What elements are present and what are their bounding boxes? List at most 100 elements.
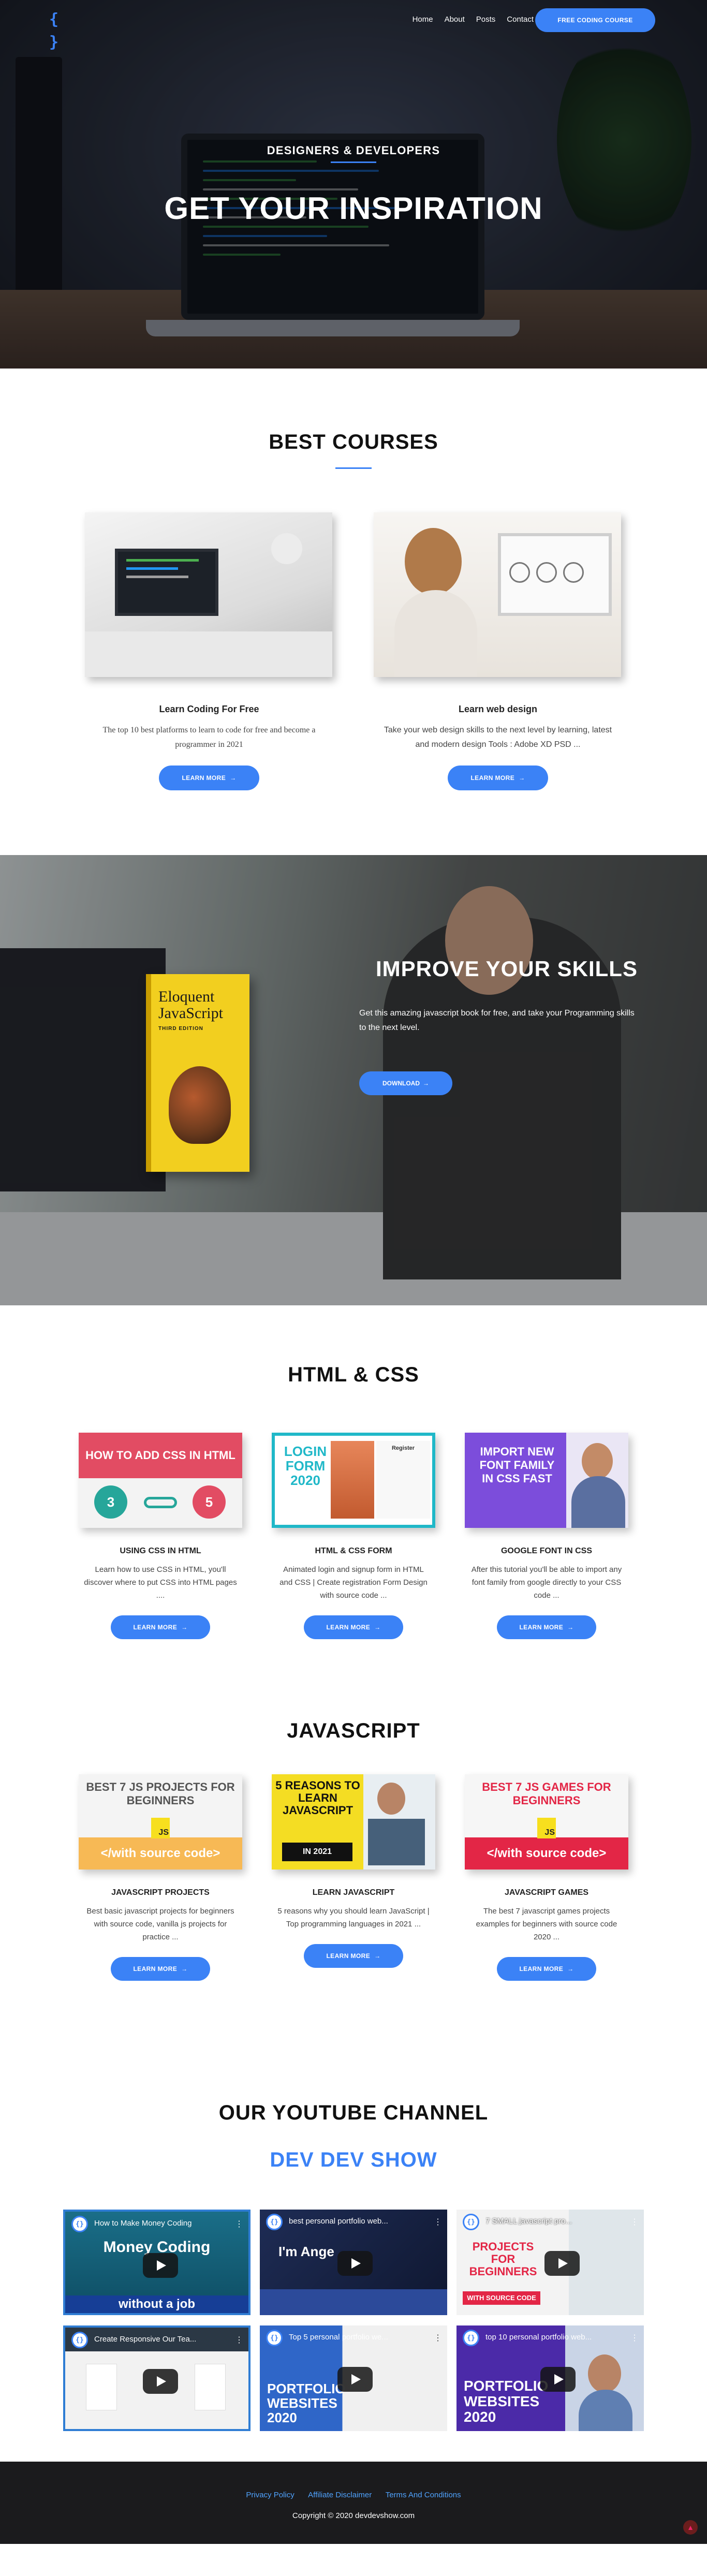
more-options-icon[interactable]: ⋮ [235,2219,243,2229]
arrow-right-icon: → [230,774,237,782]
video-embed[interactable]: {} Create Responsive Our Tea... ⋮ [63,2325,251,2431]
play-button-icon[interactable] [544,2251,580,2276]
play-button-icon[interactable] [143,2253,178,2278]
more-options-icon[interactable]: ⋮ [630,2217,639,2227]
post-thumbnail[interactable]: BEST 7 JS GAMES FOR BEGINNERS </with sou… [465,1774,628,1870]
html-shield-icon: 5 [193,1485,226,1519]
channel-avatar-icon: {} [71,2332,88,2348]
nav-link-contact[interactable]: Contact [507,15,534,24]
nav-link-home[interactable]: Home [413,15,433,24]
video-embed[interactable]: {} best personal portfolio web... ⋮ I'm … [260,2210,447,2315]
channel-avatar-icon: {} [463,2214,479,2230]
privacy-policy-link[interactable]: Privacy Policy [246,2491,294,2499]
course-image-webdesign[interactable] [374,512,621,677]
post-card: HOW TO ADD CSS IN HTML 3 5 USING CSS IN … [75,1433,246,1639]
nav-link-posts[interactable]: Posts [476,15,496,24]
arrow-right-icon: → [567,1624,574,1631]
site-footer: Privacy Policy Affiliate Disclaimer Term… [0,2462,707,2544]
post-card: BEST 7 JS GAMES FOR BEGINNERS </with sou… [461,1774,632,1981]
skills-description: Get this amazing javascript book for fre… [359,1009,635,1032]
improve-skills-section: Eloquent JavaScript THIRD EDITION IMPROVE… [0,855,707,1305]
arrow-right-icon: → [181,1965,188,1973]
channel-avatar-icon: {} [266,2330,283,2346]
learn-more-button[interactable]: LEARN MORE → [159,766,259,790]
nav-link-about[interactable]: About [445,15,465,24]
link-icon [144,1497,177,1508]
post-thumbnail[interactable]: BEST 7 JS PROJECTS FOR BEGINNERS </with … [79,1774,242,1870]
channel-avatar-icon: {} [71,2216,88,2232]
html-css-section: HTML & CSS HOW TO ADD CSS IN HTML 3 5 US… [0,1305,707,1709]
post-description: After this tutorial you'll be able to im… [471,1565,622,1600]
arrow-right-icon: → [423,1080,429,1087]
learn-more-button[interactable]: LEARN MORE → [111,1615,210,1639]
hero-title: GET YOUR INSPIRATION [164,191,543,226]
nav-links: Home About Posts Contact [413,15,534,24]
post-thumbnail[interactable]: LOGIN FORM 2020 Register [272,1433,435,1528]
learn-more-button[interactable]: LEARN MORE → [304,1615,403,1639]
video-embed[interactable]: {} Top 5 personal portfolio we... ⋮ PORT… [260,2325,447,2431]
free-coding-course-button[interactable]: FREE CODING COURSE [535,8,655,32]
best-courses-section: BEST COURSES Learn Coding For Free The t… [0,369,707,855]
post-card: 5 REASONS TO LEARN JAVASCRIPT IN 2021 LE… [268,1774,439,1968]
play-button-icon[interactable] [540,2367,576,2392]
post-title: USING CSS IN HTML [120,1547,201,1555]
css-shield-icon: 3 [94,1485,127,1519]
post-title: JAVASCRIPT PROJECTS [111,1888,210,1897]
post-description: 5 reasons why you should learn JavaScrip… [277,1907,430,1929]
js-logo-icon: JS [151,1818,170,1838]
post-card: BEST 7 JS PROJECTS FOR BEGINNERS </with … [75,1774,246,1981]
post-card: LOGIN FORM 2020 Register HTML & CSS FORM… [268,1433,439,1639]
affiliate-disclaimer-link[interactable]: Affiliate Disclaimer [308,2491,372,2499]
more-options-icon[interactable]: ⋮ [630,2333,639,2343]
post-card: IMPORT NEW FONT FAMILY IN CSS FAST GOOGL… [461,1433,632,1639]
learn-more-button[interactable]: LEARN MORE → [497,1615,596,1639]
copyright-text: Copyright © 2020 devdevshow.com [292,2511,415,2520]
post-title: LEARN JAVASCRIPT [312,1888,395,1897]
post-description: Animated login and signup form in HTML a… [279,1565,428,1600]
learn-more-button[interactable]: LEARN MORE → [448,766,548,790]
video-embed[interactable]: {} How to Make Money Coding ⋮ Money Codi… [63,2210,251,2315]
post-description: The best 7 javascript games projects exa… [476,1907,617,1941]
post-title: GOOGLE FONT IN CSS [500,1547,592,1555]
course-card: Learn Coding For Free The top 10 best pl… [85,512,333,790]
arrow-up-icon[interactable]: ▲ [683,2520,698,2535]
section-title: HTML & CSS [288,1363,419,1386]
channel-avatar-icon: {} [266,2214,283,2230]
post-thumbnail[interactable]: 5 REASONS TO LEARN JAVASCRIPT IN 2021 [272,1774,435,1870]
course-title: Learn web design [458,704,538,714]
post-thumbnail[interactable]: HOW TO ADD CSS IN HTML 3 5 [79,1433,242,1528]
download-button[interactable]: DOWNLOAD → [359,1071,452,1095]
channel-name[interactable]: DEV DEV SHOW [0,2148,707,2172]
terms-and-conditions-link[interactable]: Terms And Conditions [386,2491,461,2499]
post-description: Learn how to use CSS in HTML, you'll dis… [84,1565,237,1600]
section-title: BEST COURSES [269,431,438,453]
post-title: HTML & CSS FORM [315,1547,392,1555]
post-thumbnail[interactable]: IMPORT NEW FONT FAMILY IN CSS FAST [465,1433,628,1528]
youtube-section: OUR YOUTUBE CHANNEL DEV DEV SHOW {} How … [0,2101,707,2462]
footer-links: Privacy Policy Affiliate Disclaimer Term… [0,2491,707,2500]
javascript-section: JAVASCRIPT BEST 7 JS PROJECTS FOR BEGINN… [0,1709,707,2101]
play-button-icon[interactable] [337,2251,373,2276]
learn-more-button[interactable]: LEARN MORE → [304,1944,403,1968]
play-button-icon[interactable] [143,2369,178,2394]
more-options-icon[interactable]: ⋮ [235,2335,243,2345]
course-title: Learn Coding For Free [159,704,259,714]
course-card: Learn web design Take your web design sk… [374,512,622,790]
learn-more-button[interactable]: LEARN MORE → [497,1957,596,1981]
video-embed[interactable]: {} 7 SMALL javascript pro... ⋮ PROJECTS … [456,2210,644,2315]
section-title-underline [335,467,372,469]
arrow-right-icon: → [374,1952,381,1960]
course-description: Take your web design skills to the next … [384,726,612,749]
more-options-icon[interactable]: ⋮ [434,2333,442,2343]
course-image-coding[interactable] [85,512,332,677]
eloquent-javascript-book-image[interactable]: Eloquent JavaScript THIRD EDITION [146,974,249,1172]
brand-logo[interactable]: { } [42,8,65,51]
skills-title: IMPROVE YOUR SKILLS [376,956,638,981]
hero-subtitle-underline [331,161,376,163]
arrow-right-icon: → [519,774,525,782]
top-navigation: { } Home About Posts Contact FREE CODING… [0,0,707,51]
play-button-icon[interactable] [337,2367,373,2392]
learn-more-button[interactable]: LEARN MORE → [111,1957,210,1981]
more-options-icon[interactable]: ⋮ [434,2217,442,2227]
video-embed[interactable]: {} top 10 personal portfolio web... ⋮ PO… [456,2325,644,2431]
